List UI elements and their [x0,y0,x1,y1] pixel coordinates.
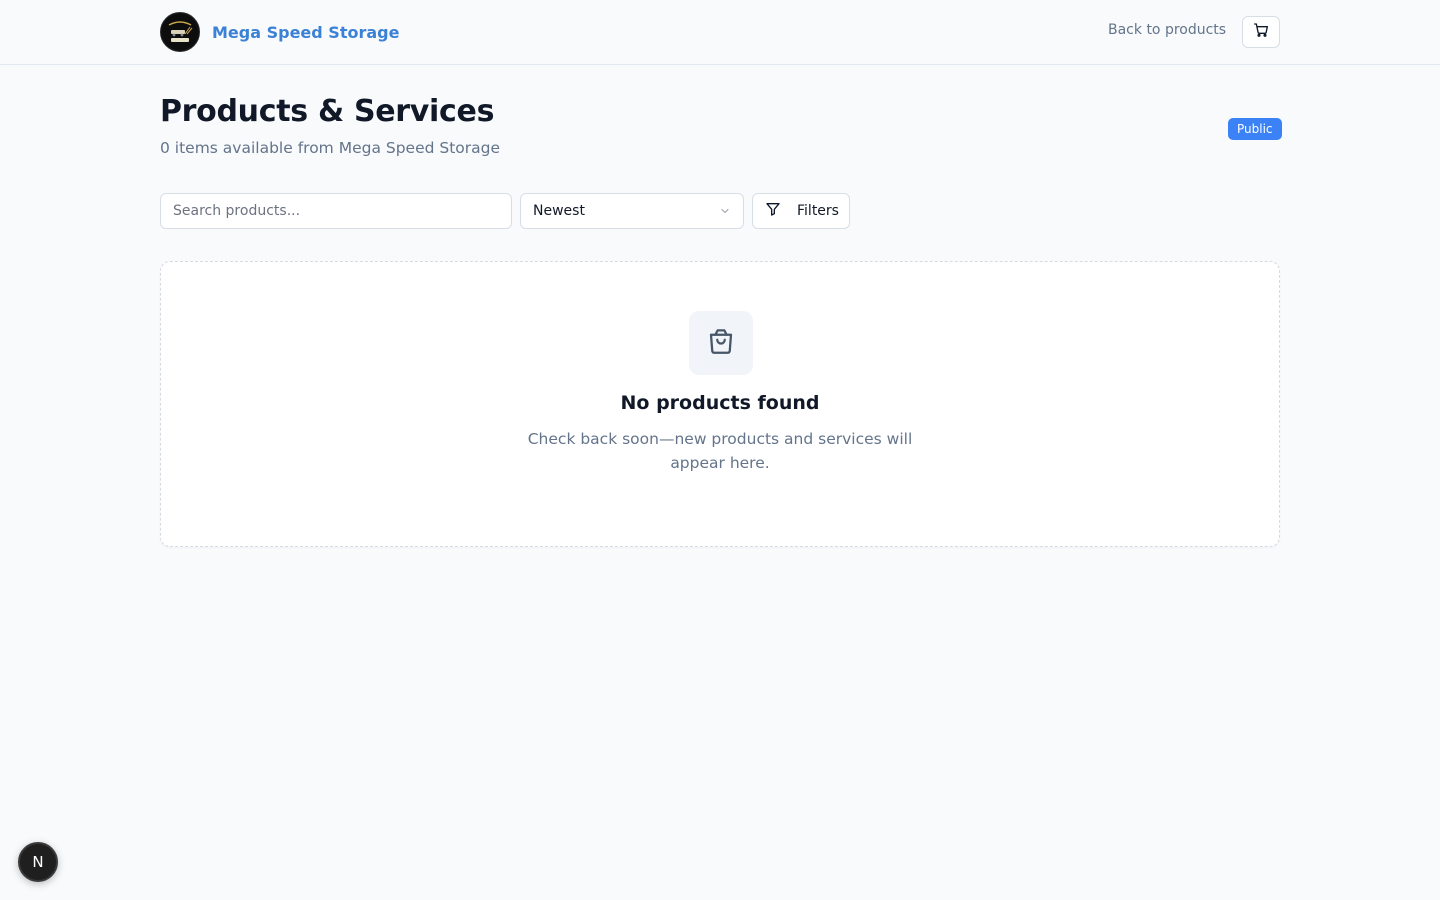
empty-state-message: Check back soon—new products and service… [527,430,913,472]
filters-label: Filters [797,203,839,219]
filter-funnel-icon [765,201,781,221]
empty-state-card: No products found Check back soon—new pr… [160,261,1280,547]
sort-selected-value: Newest [533,203,585,219]
empty-state-title: No products found [620,392,820,414]
public-status-badge: Public [1228,118,1282,140]
cart-button[interactable] [1242,16,1280,48]
page-title: Products & Services [160,94,495,129]
brand-home-link[interactable]: Mega Speed Storage [160,12,399,52]
dev-tools-bubble-label: N [32,853,44,871]
top-navigation-bar: Mega Speed Storage Back to products [0,0,1440,65]
empty-state-icon-container [689,311,753,375]
filters-button[interactable]: Filters [752,193,850,229]
search-products-input[interactable] [160,193,512,229]
cart-icon [1253,22,1269,42]
chevron-down-icon [719,202,731,221]
mega-speed-storage-logo [160,12,200,52]
brand-name[interactable]: Mega Speed Storage [212,23,399,42]
dev-tools-bubble[interactable]: N [18,842,58,882]
items-count-subtitle: 0 items available from Mega Speed Storag… [160,139,501,157]
sort-select[interactable]: Newest [520,193,744,229]
back-to-products-link[interactable]: Back to products [1108,22,1226,38]
shopping-bag-icon [706,326,736,360]
